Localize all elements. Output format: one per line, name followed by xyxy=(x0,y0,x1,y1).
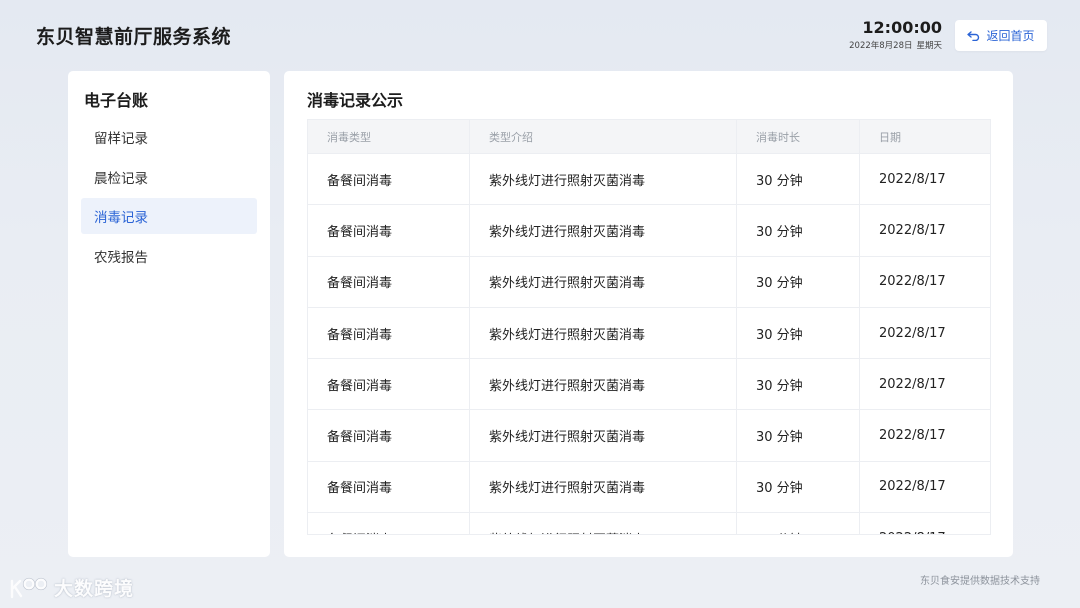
page-title: 消毒记录公示 xyxy=(307,91,404,110)
cell-description: 紫外线灯进行照射灭菌消毒 xyxy=(470,410,737,461)
column-header-date: 日期 xyxy=(879,130,901,144)
date-text: 2022年8月28日 xyxy=(849,41,913,51)
cell-duration: 30 分钟 xyxy=(737,359,860,410)
sidebar-title: 电子台账 xyxy=(84,91,149,110)
main-panel: 消毒记录公示 消毒类型 类型介绍 消毒时长 日期 备餐间消毒 紫外线灯进行照射灭菌… xyxy=(284,71,1013,557)
cell-duration: 30 分钟 xyxy=(737,410,860,461)
table-row[interactable]: 备餐间消毒紫外线灯进行照射灭菌消毒30 分钟 2022/8/17 xyxy=(308,461,990,514)
cell-type: 备餐间消毒 xyxy=(308,359,470,410)
table-row[interactable]: 备餐间消毒紫外线灯进行照射灭菌消毒30 分钟 2022/8/17 xyxy=(308,359,990,411)
cell-duration: 30 分钟 xyxy=(737,256,860,307)
watermark-logo: 大数跨境 xyxy=(8,574,134,601)
cell-duration: 30 分钟 xyxy=(737,154,860,205)
cell-type: 备餐间消毒 xyxy=(308,205,470,256)
cell-type: 备餐间消毒 xyxy=(308,410,470,461)
table-header: 消毒类型 类型介绍 消毒时长 日期 xyxy=(308,120,990,154)
cell-type: 备餐间消毒 xyxy=(308,256,470,307)
cell-date: 2022/8/17 xyxy=(879,428,946,444)
cell-description: 紫外线灯进行照射灭菌消毒 xyxy=(470,154,737,205)
cell-description: 紫外线灯进行照射灭菌消毒 xyxy=(470,307,737,359)
cell-date: 2022/8/17 xyxy=(879,376,946,392)
cell-type: 备餐间消毒 xyxy=(308,461,470,513)
clock-date: 2022年8月28日 星期天 xyxy=(849,39,942,51)
cell-description: 紫外线灯进行照射灭菌消毒 xyxy=(470,513,737,534)
records-table[interactable]: 消毒类型 类型介绍 消毒时长 日期 备餐间消毒 紫外线灯进行照射灭菌消毒 30 分钟… xyxy=(307,119,991,535)
cell-date: 2022/8/17 xyxy=(879,274,946,290)
cell-type: 备餐间消毒 xyxy=(308,154,470,205)
sidebar: 电子台账 留样记录 晨检记录 消毒记录 农残报告 xyxy=(68,71,270,557)
table-row[interactable]: 备餐间消毒紫外线灯进行照射灭菌消毒30 分钟 2022/8/17 xyxy=(308,205,990,257)
return-arrow-icon xyxy=(967,30,980,41)
support-text: 东贝食安提供数据技术支持 xyxy=(920,576,1040,587)
cell-description: 紫外线灯进行照射灭菌消毒 xyxy=(470,205,737,256)
column-header-description: 类型介绍 xyxy=(470,120,737,153)
weekday-text: 星期天 xyxy=(916,41,942,51)
cell-date: 2022/8/17 xyxy=(860,513,990,534)
table-row[interactable]: 备餐间消毒紫外线灯进行照射灭菌消毒30 分钟 2022/8/17 xyxy=(308,256,990,308)
clock-time: 12:00:00 xyxy=(862,18,942,37)
cell-duration: 30 分钟 xyxy=(737,461,860,513)
back-button-label: 返回首页 xyxy=(986,29,1035,43)
cell-date: 2022/8/17 xyxy=(879,479,946,495)
clock: 12:00:00 2022年8月28日 星期天 xyxy=(849,18,942,52)
cell-description: 紫外线灯进行照射灭菌消毒 xyxy=(470,256,737,307)
sidebar-item-morning-check[interactable]: 晨检记录 xyxy=(81,159,257,195)
cell-duration: 30 分钟 xyxy=(737,513,860,534)
table-row[interactable]: 备餐间消毒紫外线灯进行照射灭菌消毒30 分钟 2022/8/17 xyxy=(308,410,990,462)
back-to-home-button[interactable]: 返回首页 xyxy=(955,20,1047,51)
app-title: 东贝智慧前厅服务系统 xyxy=(36,26,232,48)
table-row[interactable]: 备餐间消毒紫外线灯进行照射灭菌消毒30 分钟2022/8/17 xyxy=(308,513,990,534)
cell-description: 紫外线灯进行照射灭菌消毒 xyxy=(470,461,737,513)
sidebar-menu: 留样记录 晨检记录 消毒记录 农残报告 xyxy=(81,119,257,277)
cell-date: 2022/8/17 xyxy=(879,325,946,341)
table-row[interactable]: 备餐间消毒紫外线灯进行照射灭菌消毒30 分钟 2022/8/17 xyxy=(308,154,990,206)
table-body: 备餐间消毒 紫外线灯进行照射灭菌消毒 30 分钟 2022/8/17 备餐间消毒 紫外线灯… xyxy=(308,154,990,534)
cell-date: 2022/8/17 xyxy=(879,222,946,238)
table-row[interactable]: 备餐间消毒紫外线灯进行照射灭菌消毒30 分钟 2022/8/17 xyxy=(308,307,990,360)
cell-description: 紫外线灯进行照射灭菌消毒 xyxy=(470,359,737,410)
column-header-duration: 消毒时长 xyxy=(737,120,860,153)
cell-type: 备餐间消毒 xyxy=(308,307,470,359)
cell-duration: 30 分钟 xyxy=(737,307,860,359)
column-header-type: 消毒类型 xyxy=(308,120,470,153)
cell-date: 2022/8/17 xyxy=(879,171,946,187)
watermark-logo-icon xyxy=(10,577,48,598)
cell-duration: 30 分钟 xyxy=(737,205,860,256)
sidebar-item-pesticide-report[interactable]: 农残报告 xyxy=(81,238,257,274)
cell-type: 备餐间消毒 xyxy=(308,513,470,534)
sidebar-item-sample-record[interactable]: 留样记录 xyxy=(81,119,257,155)
watermark-text: 大数跨境 xyxy=(54,578,135,600)
sidebar-item-disinfection[interactable]: 消毒记录 xyxy=(81,198,257,234)
